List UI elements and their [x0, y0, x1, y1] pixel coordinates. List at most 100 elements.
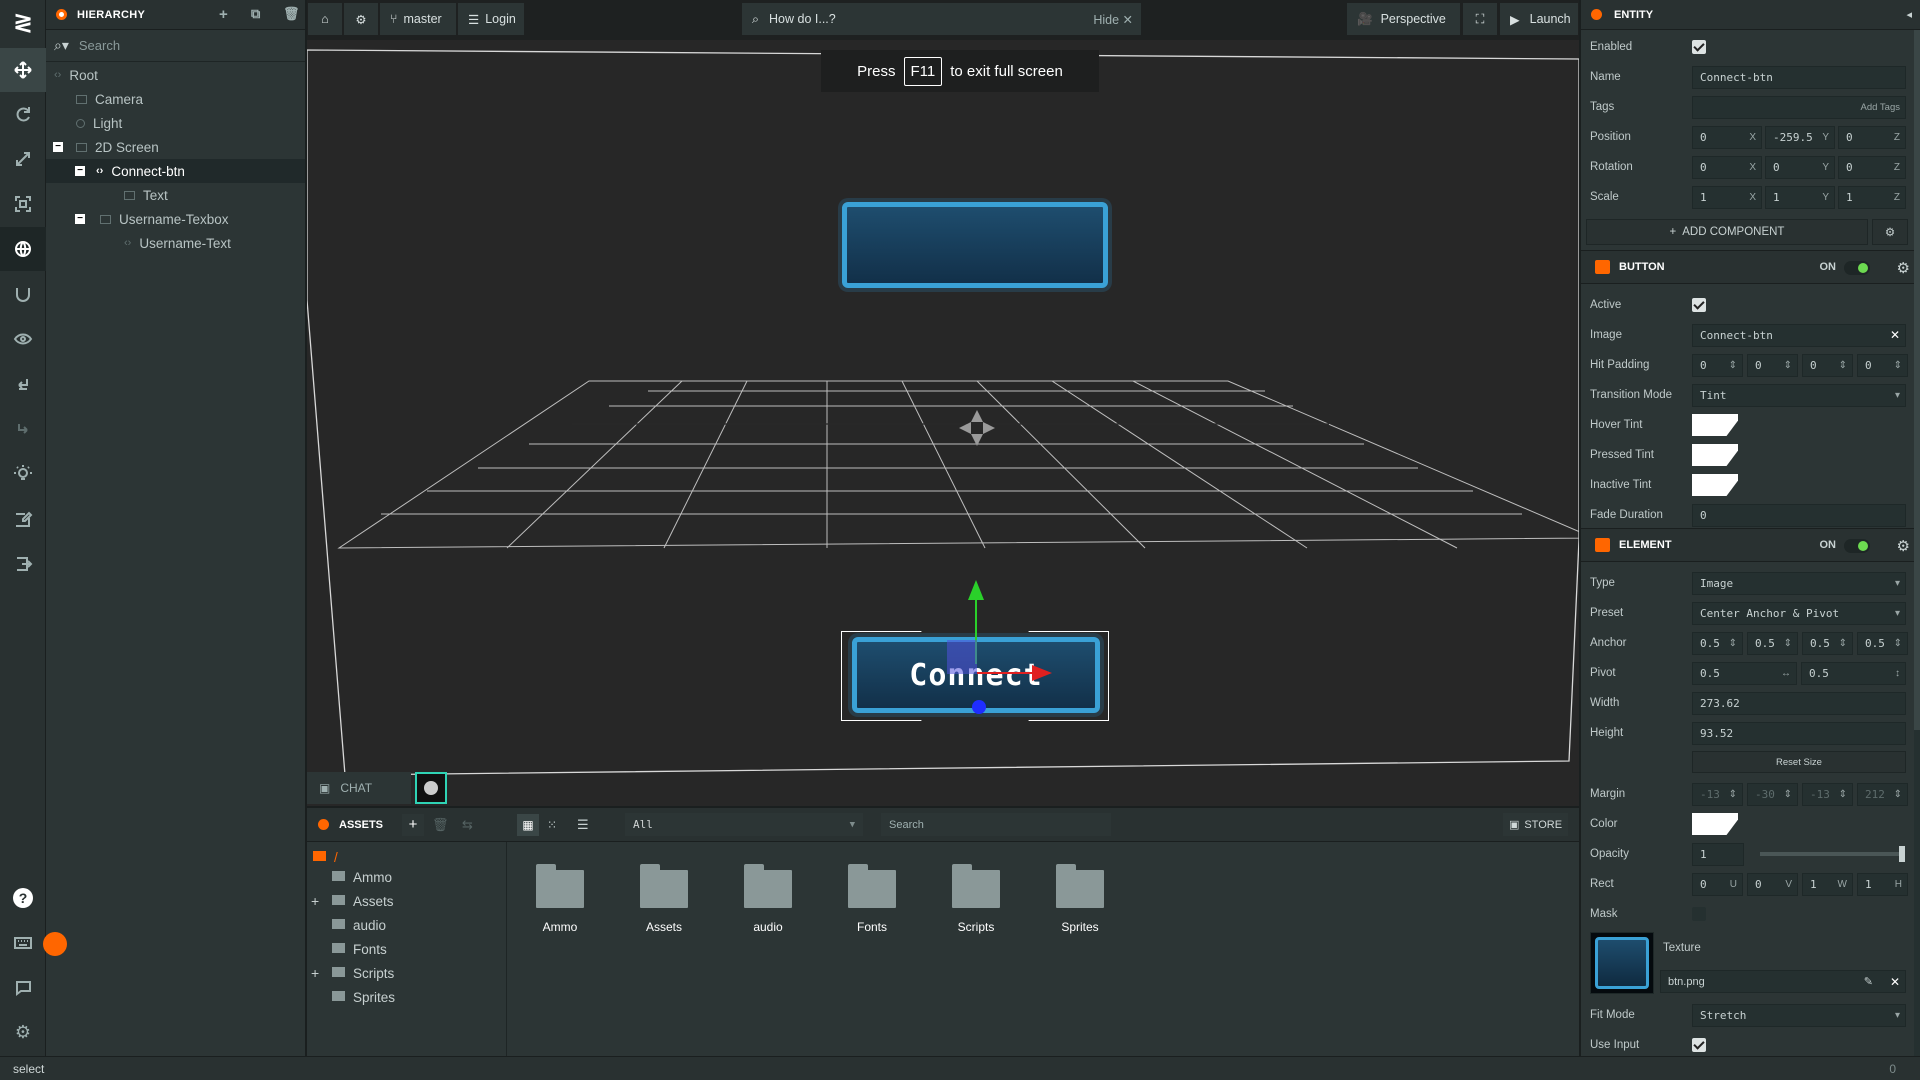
focus-eye-icon[interactable]: [0, 317, 46, 361]
store-button[interactable]: ▣ STORE: [1503, 813, 1568, 836]
tree-item-text[interactable]: Text: [46, 183, 305, 207]
help-search[interactable]: ⌕ How do I...? Hide ✕: [742, 3, 1141, 35]
fit-mode-select[interactable]: Stretch ▾: [1692, 1003, 1906, 1027]
rect-h-field[interactable]: 1H: [1857, 872, 1908, 896]
collapse-toggle-icon[interactable]: −: [75, 214, 85, 224]
keyboard-icon[interactable]: [0, 921, 46, 965]
gear-icon[interactable]: ⚙: [1897, 537, 1910, 555]
duplicate-entity-icon[interactable]: ⧉: [251, 6, 261, 22]
texture-field[interactable]: btn.png ✎ ✕: [1660, 970, 1906, 993]
rect-u-field[interactable]: 0U: [1692, 872, 1743, 896]
position-y-field[interactable]: -259.5 Y: [1765, 125, 1835, 149]
view-small-grid-icon[interactable]: ⁙: [547, 818, 557, 832]
lightmapper-bulb-icon[interactable]: [0, 452, 46, 496]
asset-folder-sprites[interactable]: Sprites: [1040, 864, 1120, 934]
asset-tree-scripts[interactable]: + Scripts: [311, 962, 394, 984]
asset-tree-fonts[interactable]: Fonts: [332, 938, 387, 960]
inactive-tint-swatch[interactable]: [1692, 474, 1738, 496]
pressed-tint-swatch[interactable]: [1692, 444, 1738, 466]
hover-tint-swatch[interactable]: [1692, 414, 1738, 436]
add-asset-icon[interactable]: +: [402, 813, 424, 836]
asset-tree-audio[interactable]: audio: [332, 914, 386, 936]
clear-icon[interactable]: ✕: [1890, 975, 1900, 989]
margin-field[interactable]: -30 ⇕: [1747, 782, 1798, 806]
publish-icon[interactable]: [0, 542, 46, 586]
asset-folder-assets[interactable]: Assets: [624, 864, 704, 934]
gear-icon[interactable]: ⚙: [1897, 259, 1910, 277]
clear-icon[interactable]: ✕: [1890, 328, 1900, 342]
edit-icon[interactable]: ✎: [1864, 975, 1873, 988]
tree-item-connect-btn[interactable]: − ‹› Connect-btn: [46, 159, 305, 183]
home-button[interactable]: ⌂: [308, 3, 342, 35]
use-input-checkbox[interactable]: [1692, 1038, 1706, 1052]
delete-entity-icon[interactable]: 🗑: [283, 6, 300, 22]
view-list-icon[interactable]: ☰: [577, 817, 589, 833]
scene-viewport[interactable]: Connect: [307, 40, 1579, 806]
add-entity-icon[interactable]: +: [219, 6, 228, 23]
inspector-scrollbar-thumb[interactable]: [1914, 30, 1920, 730]
hide-button[interactable]: Hide ✕: [1093, 12, 1133, 27]
texture-thumbnail[interactable]: [1590, 932, 1654, 994]
pivot-x-field[interactable]: 0.5 ↔: [1692, 661, 1797, 685]
scale-tool-icon[interactable]: [0, 137, 46, 181]
rotation-x-field[interactable]: 0X: [1692, 155, 1762, 179]
redo-icon[interactable]: [0, 407, 46, 451]
opacity-field[interactable]: 1: [1692, 842, 1744, 866]
collapse-toggle-icon[interactable]: −: [53, 142, 63, 152]
move-asset-icon[interactable]: ⇆: [462, 817, 473, 833]
launch-button[interactable]: ▶ Launch: [1500, 3, 1578, 35]
hit-padding-field[interactable]: 0 ⇕: [1692, 353, 1743, 377]
chat-button[interactable]: ▣ CHAT: [307, 772, 411, 804]
hierarchy-search[interactable]: ⌕▾ Search: [46, 30, 305, 62]
gizmo-x-axis[interactable]: [977, 672, 1032, 674]
element-component-header[interactable]: ELEMENT ON ⚙: [1581, 528, 1920, 562]
add-component-button[interactable]: + ADD COMPONENT: [1586, 219, 1868, 245]
notification-badge[interactable]: [43, 932, 67, 956]
hit-padding-field[interactable]: 0 ⇕: [1802, 353, 1853, 377]
type-select[interactable]: Image ▾: [1692, 571, 1906, 595]
width-field[interactable]: 273.62: [1692, 691, 1906, 715]
position-x-field[interactable]: 0X: [1692, 125, 1762, 149]
tree-item-username-text[interactable]: ‹› Username-Text: [46, 231, 305, 255]
color-swatch[interactable]: [1692, 813, 1738, 835]
gizmo-x-arrow-icon[interactable]: [1032, 665, 1052, 681]
asset-tree-ammo[interactable]: Ammo: [332, 866, 392, 888]
asset-tree-root[interactable]: /: [313, 846, 338, 868]
preset-select[interactable]: Center Anchor & Pivot ▾: [1692, 601, 1906, 625]
asset-tree-assets[interactable]: + Assets: [311, 890, 394, 912]
asset-search-input[interactable]: Search: [881, 813, 1111, 836]
login-button[interactable]: ☰ Login: [458, 3, 524, 35]
reset-size-button[interactable]: Reset Size: [1692, 751, 1906, 773]
asset-tree-sprites[interactable]: Sprites: [332, 986, 395, 1008]
rect-w-field[interactable]: 1W: [1802, 872, 1853, 896]
gizmo-plane-handle[interactable]: [947, 640, 977, 674]
tags-field[interactable]: Add Tags: [1692, 95, 1906, 119]
anchor-field[interactable]: 0.5 ⇕: [1692, 631, 1743, 655]
mask-checkbox[interactable]: [1692, 907, 1706, 921]
collapse-panel-icon[interactable]: ◂: [1906, 8, 1912, 21]
asset-folder-fonts[interactable]: Fonts: [832, 864, 912, 934]
view-large-grid-icon[interactable]: ▦: [517, 813, 539, 836]
tree-item-username-texbox[interactable]: − Username-Texbox: [46, 207, 305, 231]
playcanvas-logo-icon[interactable]: ≷: [0, 0, 46, 44]
margin-field[interactable]: 212 ⇕: [1857, 782, 1908, 806]
image-field[interactable]: Connect-btn ✕: [1692, 323, 1906, 347]
world-coords-icon[interactable]: [0, 227, 46, 271]
transition-mode-select[interactable]: Tint ▾: [1692, 383, 1906, 407]
tree-item-2d-screen[interactable]: − 2D Screen: [46, 135, 305, 159]
enabled-checkbox[interactable]: [1692, 40, 1706, 54]
scale-x-field[interactable]: 1X: [1692, 185, 1762, 209]
fullscreen-button[interactable]: ⛶: [1463, 3, 1497, 35]
opacity-slider[interactable]: [1760, 846, 1905, 862]
button-enable-toggle[interactable]: [1844, 261, 1870, 275]
position-z-field[interactable]: 0Z: [1838, 125, 1906, 149]
element-enable-toggle[interactable]: [1844, 539, 1870, 553]
scale-z-field[interactable]: 1Z: [1838, 185, 1906, 209]
hit-padding-field[interactable]: 0 ⇕: [1747, 353, 1798, 377]
username-texbox-sprite[interactable]: [842, 202, 1108, 288]
asset-folder-scripts[interactable]: Scripts: [936, 864, 1016, 934]
expand-icon[interactable]: +: [311, 893, 319, 909]
rotate-tool-icon[interactable]: [0, 92, 46, 136]
settings-gear-icon[interactable]: ⚙: [0, 1010, 46, 1054]
help-icon[interactable]: ?: [0, 876, 46, 920]
